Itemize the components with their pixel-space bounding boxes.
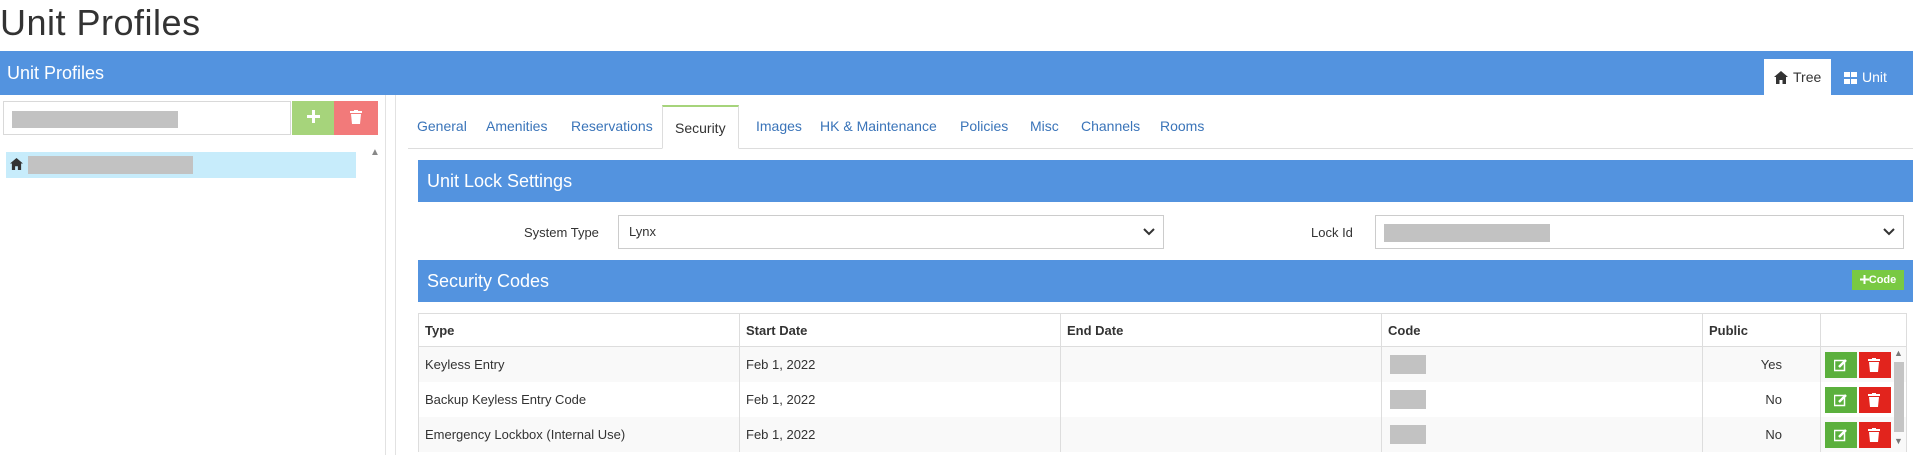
trash-icon <box>1868 357 1880 372</box>
cell-public: Yes <box>1702 346 1821 382</box>
cell-type: Keyless Entry <box>418 346 740 382</box>
main-header: Unit Profiles Tree Unit Typ <box>0 51 1913 121</box>
column-header-start-date[interactable]: Start Date <box>739 313 1061 347</box>
delete-code-button[interactable] <box>1859 386 1891 413</box>
redacted-code <box>1390 425 1426 444</box>
tab-hk-maintenance[interactable]: HK & Maintenance <box>820 105 937 148</box>
table-row: Backup Keyless Entry Code Feb 1, 2022 No <box>418 382 1907 417</box>
tab-images[interactable]: Images <box>756 105 802 148</box>
system-type-value: Lynx <box>629 224 656 239</box>
tab-amenities[interactable]: Amenities <box>486 105 547 148</box>
redacted-code <box>1390 390 1426 409</box>
home-icon <box>1774 71 1788 84</box>
section-title: Security Codes <box>427 271 550 291</box>
page-title: Unit Profiles <box>0 2 201 43</box>
unit-lock-settings-header: Unit Lock Settings <box>418 160 1913 202</box>
cell-code <box>1381 382 1703 417</box>
column-header-code[interactable]: Code <box>1381 313 1703 347</box>
cell-code <box>1381 346 1703 382</box>
delete-unit-button[interactable] <box>334 101 378 135</box>
tree-view-tab[interactable]: Tree <box>1764 59 1832 95</box>
edit-icon <box>1834 428 1847 441</box>
cell-code <box>1381 417 1703 452</box>
cell-type: Emergency Lockbox (Internal Use) <box>418 417 740 452</box>
profile-tabs: General Amenities Reservations Security … <box>408 105 1913 149</box>
edit-icon <box>1834 393 1847 406</box>
trash-icon <box>1868 392 1880 407</box>
header-title: Unit Profiles <box>7 63 105 83</box>
tab-reservations[interactable]: Reservations <box>571 105 653 148</box>
lock-id-label: Lock Id <box>1311 225 1353 240</box>
cell-start-date: Feb 1, 2022 <box>739 417 1061 452</box>
edit-icon <box>1834 358 1847 371</box>
tab-policies[interactable]: Policies <box>960 105 1008 148</box>
add-code-label: Code <box>1868 274 1897 286</box>
trash-icon <box>350 109 362 124</box>
tab-channels[interactable]: Channels <box>1081 105 1140 148</box>
lock-id-select[interactable] <box>1375 215 1904 249</box>
table-scrollbar[interactable]: ▲ ▼ <box>1894 348 1904 448</box>
panel-divider <box>385 95 386 455</box>
unit-type-view-tab[interactable]: Unit Typ <box>1834 59 1913 121</box>
column-header-public[interactable]: Public <box>1702 313 1821 347</box>
trash-icon <box>1868 427 1880 442</box>
redacted-text <box>1384 224 1550 242</box>
cell-type: Backup Keyless Entry Code <box>418 382 740 417</box>
filter-input[interactable] <box>3 101 291 135</box>
chevron-down-icon <box>1143 228 1155 236</box>
tree-item[interactable] <box>6 152 356 178</box>
tab-rooms[interactable]: Rooms <box>1160 105 1204 148</box>
chevron-down-icon <box>1883 228 1895 236</box>
home-icon <box>10 158 23 170</box>
grid-icon <box>1844 72 1857 84</box>
column-header-actions <box>1820 313 1907 347</box>
scroll-up-arrow[interactable]: ▲ <box>1894 348 1903 358</box>
tab-misc[interactable]: Misc <box>1030 105 1059 148</box>
edit-code-button[interactable] <box>1825 351 1857 378</box>
cell-end-date <box>1060 382 1382 417</box>
section-title: Unit Lock Settings <box>427 171 573 191</box>
security-codes-table: Type Start Date End Date Code Public Key… <box>418 313 1907 452</box>
delete-code-button[interactable] <box>1859 421 1891 448</box>
scroll-down-arrow[interactable]: ▼ <box>1894 436 1903 446</box>
table-header-row: Type Start Date End Date Code Public <box>418 313 1907 347</box>
tab-general[interactable]: General <box>417 105 467 148</box>
redacted-code <box>1390 355 1426 374</box>
system-type-select[interactable]: Lynx <box>618 215 1164 249</box>
edit-code-button[interactable] <box>1825 421 1857 448</box>
plus-icon <box>1859 275 1869 284</box>
scroll-thumb[interactable] <box>1894 362 1904 432</box>
delete-code-button[interactable] <box>1859 351 1891 378</box>
redacted-text <box>12 111 178 128</box>
add-code-button[interactable]: Code <box>1852 270 1904 290</box>
table-row: Keyless Entry Feb 1, 2022 Yes <box>418 346 1907 382</box>
edit-code-button[interactable] <box>1825 386 1857 413</box>
column-header-type[interactable]: Type <box>418 313 740 347</box>
cell-public: No <box>1702 417 1821 452</box>
security-codes-header: Security Codes <box>418 260 1913 302</box>
left-panel: ▲ <box>0 95 393 455</box>
cell-start-date: Feb 1, 2022 <box>739 346 1061 382</box>
system-type-label: System Type <box>524 225 599 240</box>
cell-public: No <box>1702 382 1821 417</box>
plus-icon <box>306 110 320 123</box>
table-row: Emergency Lockbox (Internal Use) Feb 1, … <box>418 417 1907 452</box>
column-header-end-date[interactable]: End Date <box>1060 313 1382 347</box>
cell-end-date <box>1060 346 1382 382</box>
tab-security[interactable]: Security <box>662 105 739 149</box>
panel-divider <box>395 95 396 455</box>
add-unit-button[interactable] <box>292 101 334 135</box>
tree-scroll-up-arrow[interactable]: ▲ <box>370 147 380 158</box>
cell-start-date: Feb 1, 2022 <box>739 382 1061 417</box>
tree-view-label: Tree <box>1793 69 1822 85</box>
redacted-text <box>28 156 193 174</box>
cell-end-date <box>1060 417 1382 452</box>
